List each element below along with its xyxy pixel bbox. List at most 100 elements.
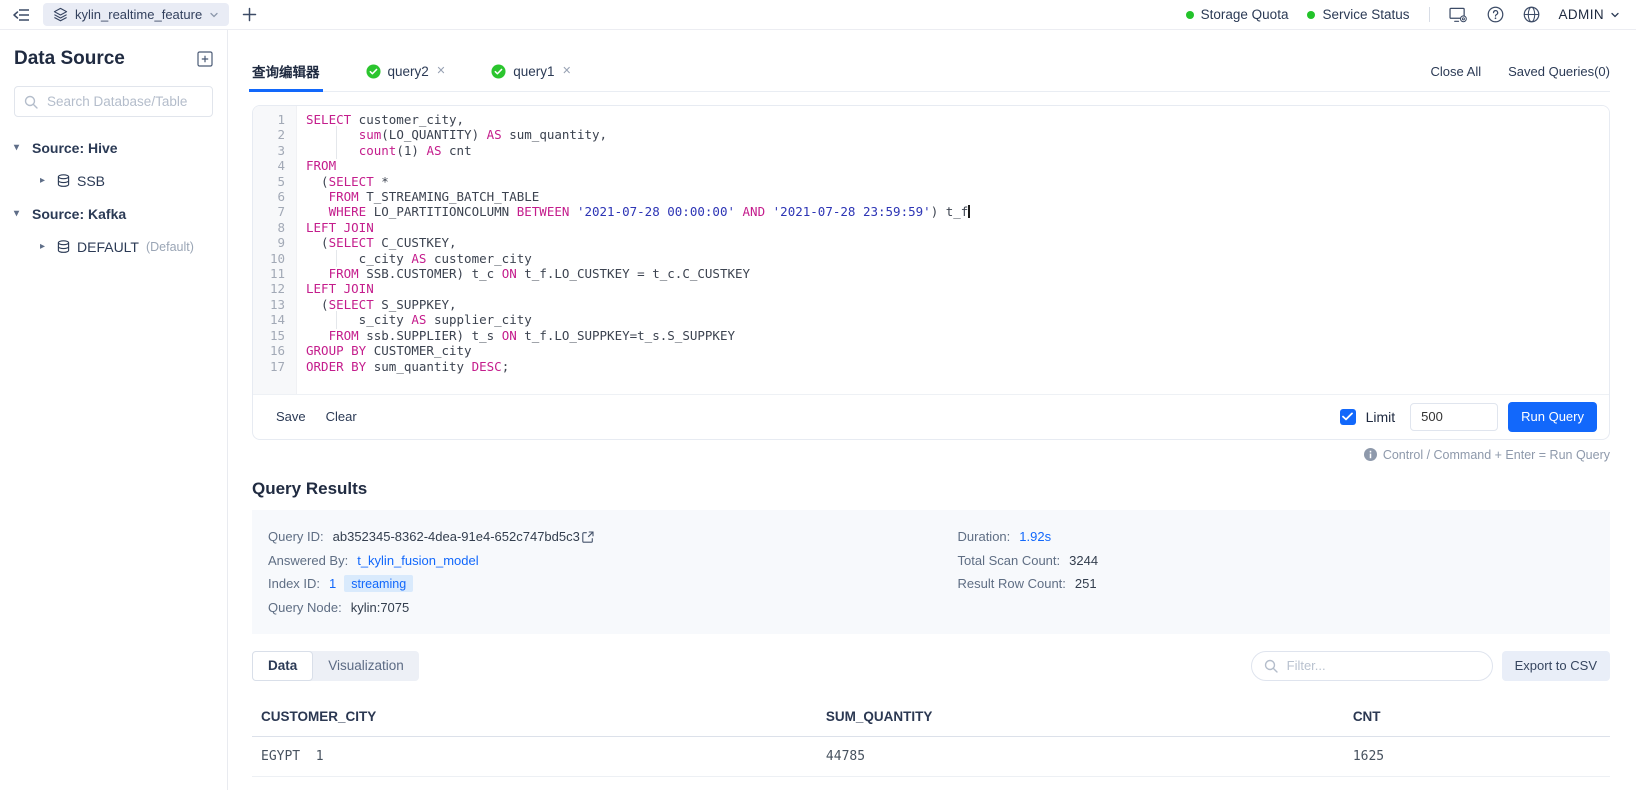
meta-row: Query ID:ab352345-8362-4dea-91e4-652c747… — [268, 525, 958, 549]
meta-row: Answered By:t_kylin_fusion_model — [268, 548, 958, 572]
code-token: BETWEEN — [517, 204, 570, 219]
code-token: C_CUSTKEY, — [374, 235, 457, 250]
datasource-search[interactable] — [14, 86, 213, 117]
code-token — [306, 143, 359, 158]
datasource-sidebar: Data Source ▾Source: Hive▸SSB▾Source: Ka… — [0, 30, 228, 790]
caret-down-icon: ▾ — [14, 142, 24, 153]
tab-query1[interactable]: query1× — [491, 51, 571, 91]
code-line: sum(LO_QUANTITY) AS sum_quantity, — [306, 127, 1609, 142]
line-number: 12 — [253, 281, 285, 296]
close-all-button[interactable]: Close All — [1431, 64, 1482, 79]
code-token: sum_quantity — [366, 359, 471, 374]
meta-value[interactable]: 1 — [329, 576, 336, 591]
datasource-tree: ▾Source: Hive▸SSB▾Source: Kafka▸DEFAULT(… — [14, 131, 213, 263]
code-token: supplier_city — [426, 312, 531, 327]
line-number: 6 — [253, 189, 285, 204]
close-tab-icon[interactable]: × — [563, 63, 571, 79]
shortcut-hint-row: Control / Command + Enter = Run Query — [252, 448, 1610, 462]
globe-icon[interactable] — [1523, 6, 1540, 23]
sql-code-editor[interactable]: 1234567891011121314151617 SELECT custome… — [253, 106, 1609, 394]
green-dot-icon — [1307, 11, 1315, 19]
database-label: SSB — [77, 173, 105, 189]
tree-database-item[interactable]: ▸SSB — [14, 164, 213, 197]
code-token: CUSTOMER_city — [366, 343, 471, 358]
code-token: '2021-07-28 00:00:00' — [577, 204, 735, 219]
code-line: FROM SSB.CUSTOMER) t_c ON t_f.LO_CUSTKEY… — [306, 266, 1609, 281]
code-token: sum_quantity, — [502, 127, 607, 142]
code-token: ( — [306, 297, 329, 312]
view-tab-data[interactable]: Data — [252, 651, 313, 681]
export-csv-button[interactable]: Export to CSV — [1502, 651, 1610, 681]
column-header[interactable]: CNT — [1344, 697, 1610, 737]
meta-row: Duration:1.92s — [958, 525, 1099, 549]
view-tab-visualization[interactable]: Visualization — [313, 651, 419, 681]
filter-box[interactable] — [1251, 651, 1493, 681]
limit-checkbox[interactable] — [1340, 409, 1356, 425]
check-circle-icon — [491, 64, 506, 79]
diagnostics-icon[interactable] — [1449, 7, 1468, 23]
main-content: 查询编辑器 query2× query1× Close All Saved Que… — [228, 30, 1636, 790]
meta-value: kylin:7075 — [351, 600, 410, 615]
query-meta-panel: Query ID:ab352345-8362-4dea-91e4-652c747… — [252, 510, 1610, 634]
add-tab-icon[interactable] — [242, 7, 257, 22]
meta-value[interactable]: 1.92s — [1019, 529, 1051, 544]
close-tab-icon[interactable]: × — [437, 63, 445, 79]
line-number: 11 — [253, 266, 285, 281]
code-line: (SELECT S_SUPPKEY, — [306, 297, 1609, 312]
code-line: count(1) AS cnt — [306, 143, 1609, 158]
code-token: LEFT JOIN — [306, 281, 374, 296]
clear-button[interactable]: Clear — [326, 409, 357, 424]
code-token: sum — [359, 127, 382, 142]
meta-row: Result Row Count:251 — [958, 572, 1099, 596]
code-token: LEFT JOIN — [306, 220, 374, 235]
service-status-label: Service Status — [1322, 7, 1409, 22]
tab-query2[interactable]: query2× — [366, 51, 446, 91]
column-header[interactable]: CUSTOMER_CITY — [252, 697, 817, 737]
run-query-button[interactable]: Run Query — [1508, 402, 1597, 432]
limit-input[interactable] — [1410, 403, 1498, 431]
code-lines: SELECT customer_city, sum(LO_QUANTITY) A… — [297, 106, 1609, 394]
tree-database-item[interactable]: ▸DEFAULT(Default) — [14, 230, 213, 263]
code-token: s_city — [306, 312, 411, 327]
view-switcher: DataVisualization — [252, 651, 419, 681]
tree-source-item[interactable]: ▾Source: Hive — [14, 131, 213, 164]
code-token — [306, 189, 329, 204]
meta-value[interactable]: t_kylin_fusion_model — [357, 553, 478, 568]
code-token: AS — [411, 251, 426, 266]
code-token: cnt — [442, 143, 472, 158]
code-token: AS — [426, 143, 441, 158]
code-token: SSB.CUSTOMER) t_c — [359, 266, 502, 281]
service-status[interactable]: Service Status — [1307, 7, 1409, 22]
tree-source-item[interactable]: ▾Source: Kafka — [14, 197, 213, 230]
code-line: FROM ssb.SUPPLIER) t_s ON t_f.LO_SUPPKEY… — [306, 328, 1609, 343]
project-selector[interactable]: kylin_realtime_feature — [43, 3, 229, 26]
kylin-app: kylin_realtime_feature Storage Quota Ser… — [0, 0, 1636, 790]
code-token: customer_city, — [351, 112, 464, 127]
info-icon — [1364, 448, 1377, 461]
text-cursor — [968, 205, 970, 218]
user-menu[interactable]: ADMIN — [1559, 7, 1621, 22]
filter-input[interactable] — [1285, 657, 1480, 674]
line-number: 2 — [253, 127, 285, 142]
code-token: AS — [411, 312, 426, 327]
storage-quota-status[interactable]: Storage Quota — [1186, 7, 1289, 22]
column-header[interactable]: SUM_QUANTITY — [817, 697, 1344, 737]
code-token: ssb.SUPPLIER) t_s — [359, 328, 502, 343]
code-token: c_city — [306, 251, 411, 266]
collapse-sidebar-icon[interactable] — [12, 8, 30, 22]
external-link-icon[interactable] — [582, 531, 594, 543]
meta-value: 3244 — [1069, 553, 1098, 568]
sql-editor-panel: 1234567891011121314151617 SELECT custome… — [252, 105, 1610, 440]
add-datasource-icon[interactable] — [197, 51, 213, 67]
help-icon[interactable] — [1487, 6, 1504, 23]
tab-query-editor[interactable]: 查询编辑器 — [252, 51, 320, 91]
line-number: 10 — [253, 251, 285, 266]
code-line: (SELECT C_CUSTKEY, — [306, 235, 1609, 250]
code-line: SELECT customer_city, — [306, 112, 1609, 127]
save-button[interactable]: Save — [276, 409, 306, 424]
line-number: 14 — [253, 312, 285, 327]
saved-queries-button[interactable]: Saved Queries(0) — [1508, 64, 1610, 79]
code-token: count — [359, 143, 397, 158]
green-dot-icon — [1186, 11, 1194, 19]
search-input[interactable] — [45, 93, 203, 110]
